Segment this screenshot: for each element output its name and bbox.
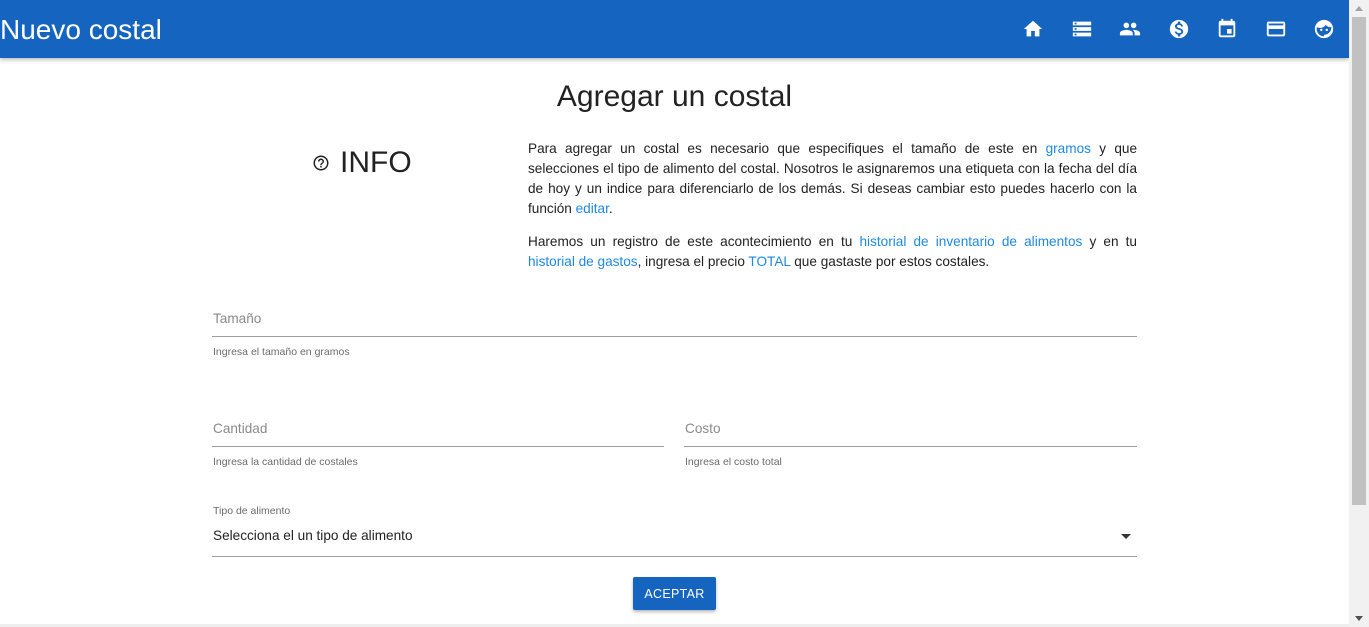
calendar-icon[interactable] <box>1215 17 1239 41</box>
info-paragraph-1: Para agregar un costal es necesario que … <box>528 139 1137 219</box>
accept-button[interactable]: ACEPTAR <box>633 577 716 610</box>
size-input[interactable]: Tamaño <box>213 310 261 328</box>
info-title: INFO <box>340 146 412 179</box>
info-paragraph-2: Haremos un registro de este acontecimien… <box>528 232 1137 272</box>
info-text: Para agregar un costal es necesario que … <box>528 141 1046 156</box>
food-type-select[interactable]: Selecciona el un tipo de alimento <box>212 526 1137 557</box>
quantity-helper-text: Ingresa la cantidad de costales <box>213 456 358 468</box>
cost-underline <box>684 446 1137 447</box>
link-total[interactable]: TOTAL <box>748 254 790 269</box>
food-type-label: Tipo de alimento <box>213 505 291 517</box>
card-icon[interactable] <box>1264 17 1288 41</box>
info-text: y en tu <box>1082 234 1137 249</box>
info-description: Para agregar un costal es necesario que … <box>528 139 1137 285</box>
help-circle-icon <box>312 154 330 172</box>
cost-input[interactable]: Costo <box>685 420 721 438</box>
info-text: , ingresa el precio <box>637 254 749 269</box>
page-title: Agregar un costal <box>556 80 793 113</box>
info-heading: INFO <box>312 146 412 180</box>
nav-icons <box>997 0 1350 58</box>
cost-helper-text: Ingresa el costo total <box>685 456 782 468</box>
app-bar: Nuevo costal <box>0 0 1349 58</box>
caret-down-icon <box>1121 534 1131 539</box>
quantity-field[interactable]: Cantidad Ingresa la cantidad de costales <box>212 420 664 470</box>
quantity-input[interactable]: Cantidad <box>213 420 267 438</box>
link-expense-history[interactable]: historial de gastos <box>528 254 638 269</box>
app-title: Nuevo costal <box>0 14 162 45</box>
money-icon[interactable] <box>1167 17 1191 41</box>
link-gramos[interactable]: gramos <box>1046 141 1091 156</box>
size-helper-text: Ingresa el tamaño en gramos <box>213 346 350 358</box>
size-underline <box>212 336 1137 337</box>
scroll-up-arrow-icon[interactable] <box>1355 6 1363 11</box>
people-icon[interactable] <box>1118 17 1142 41</box>
vertical-scrollbar[interactable] <box>1349 0 1369 627</box>
scroll-down-arrow-icon[interactable] <box>1355 616 1363 621</box>
baby-face-icon[interactable] <box>1312 17 1336 41</box>
link-food-inventory-history[interactable]: historial de inventario de alimentos <box>860 234 1083 249</box>
home-icon[interactable] <box>1021 17 1045 41</box>
link-editar[interactable]: editar <box>576 201 609 216</box>
size-field[interactable]: Tamaño Ingresa el tamaño en gramos <box>212 310 1137 360</box>
quantity-underline <box>212 446 664 447</box>
info-text: Haremos un registro de este acontecimien… <box>528 234 860 249</box>
info-text: . <box>608 201 613 216</box>
inventory-list-icon[interactable] <box>1070 17 1094 41</box>
cost-field[interactable]: Costo Ingresa el costo total <box>684 420 1137 470</box>
info-text: que gastaste por estos costales. <box>790 254 990 269</box>
food-type-selected-value: Selecciona el un tipo de alimento <box>213 528 413 543</box>
scrollbar-thumb[interactable] <box>1352 17 1366 505</box>
